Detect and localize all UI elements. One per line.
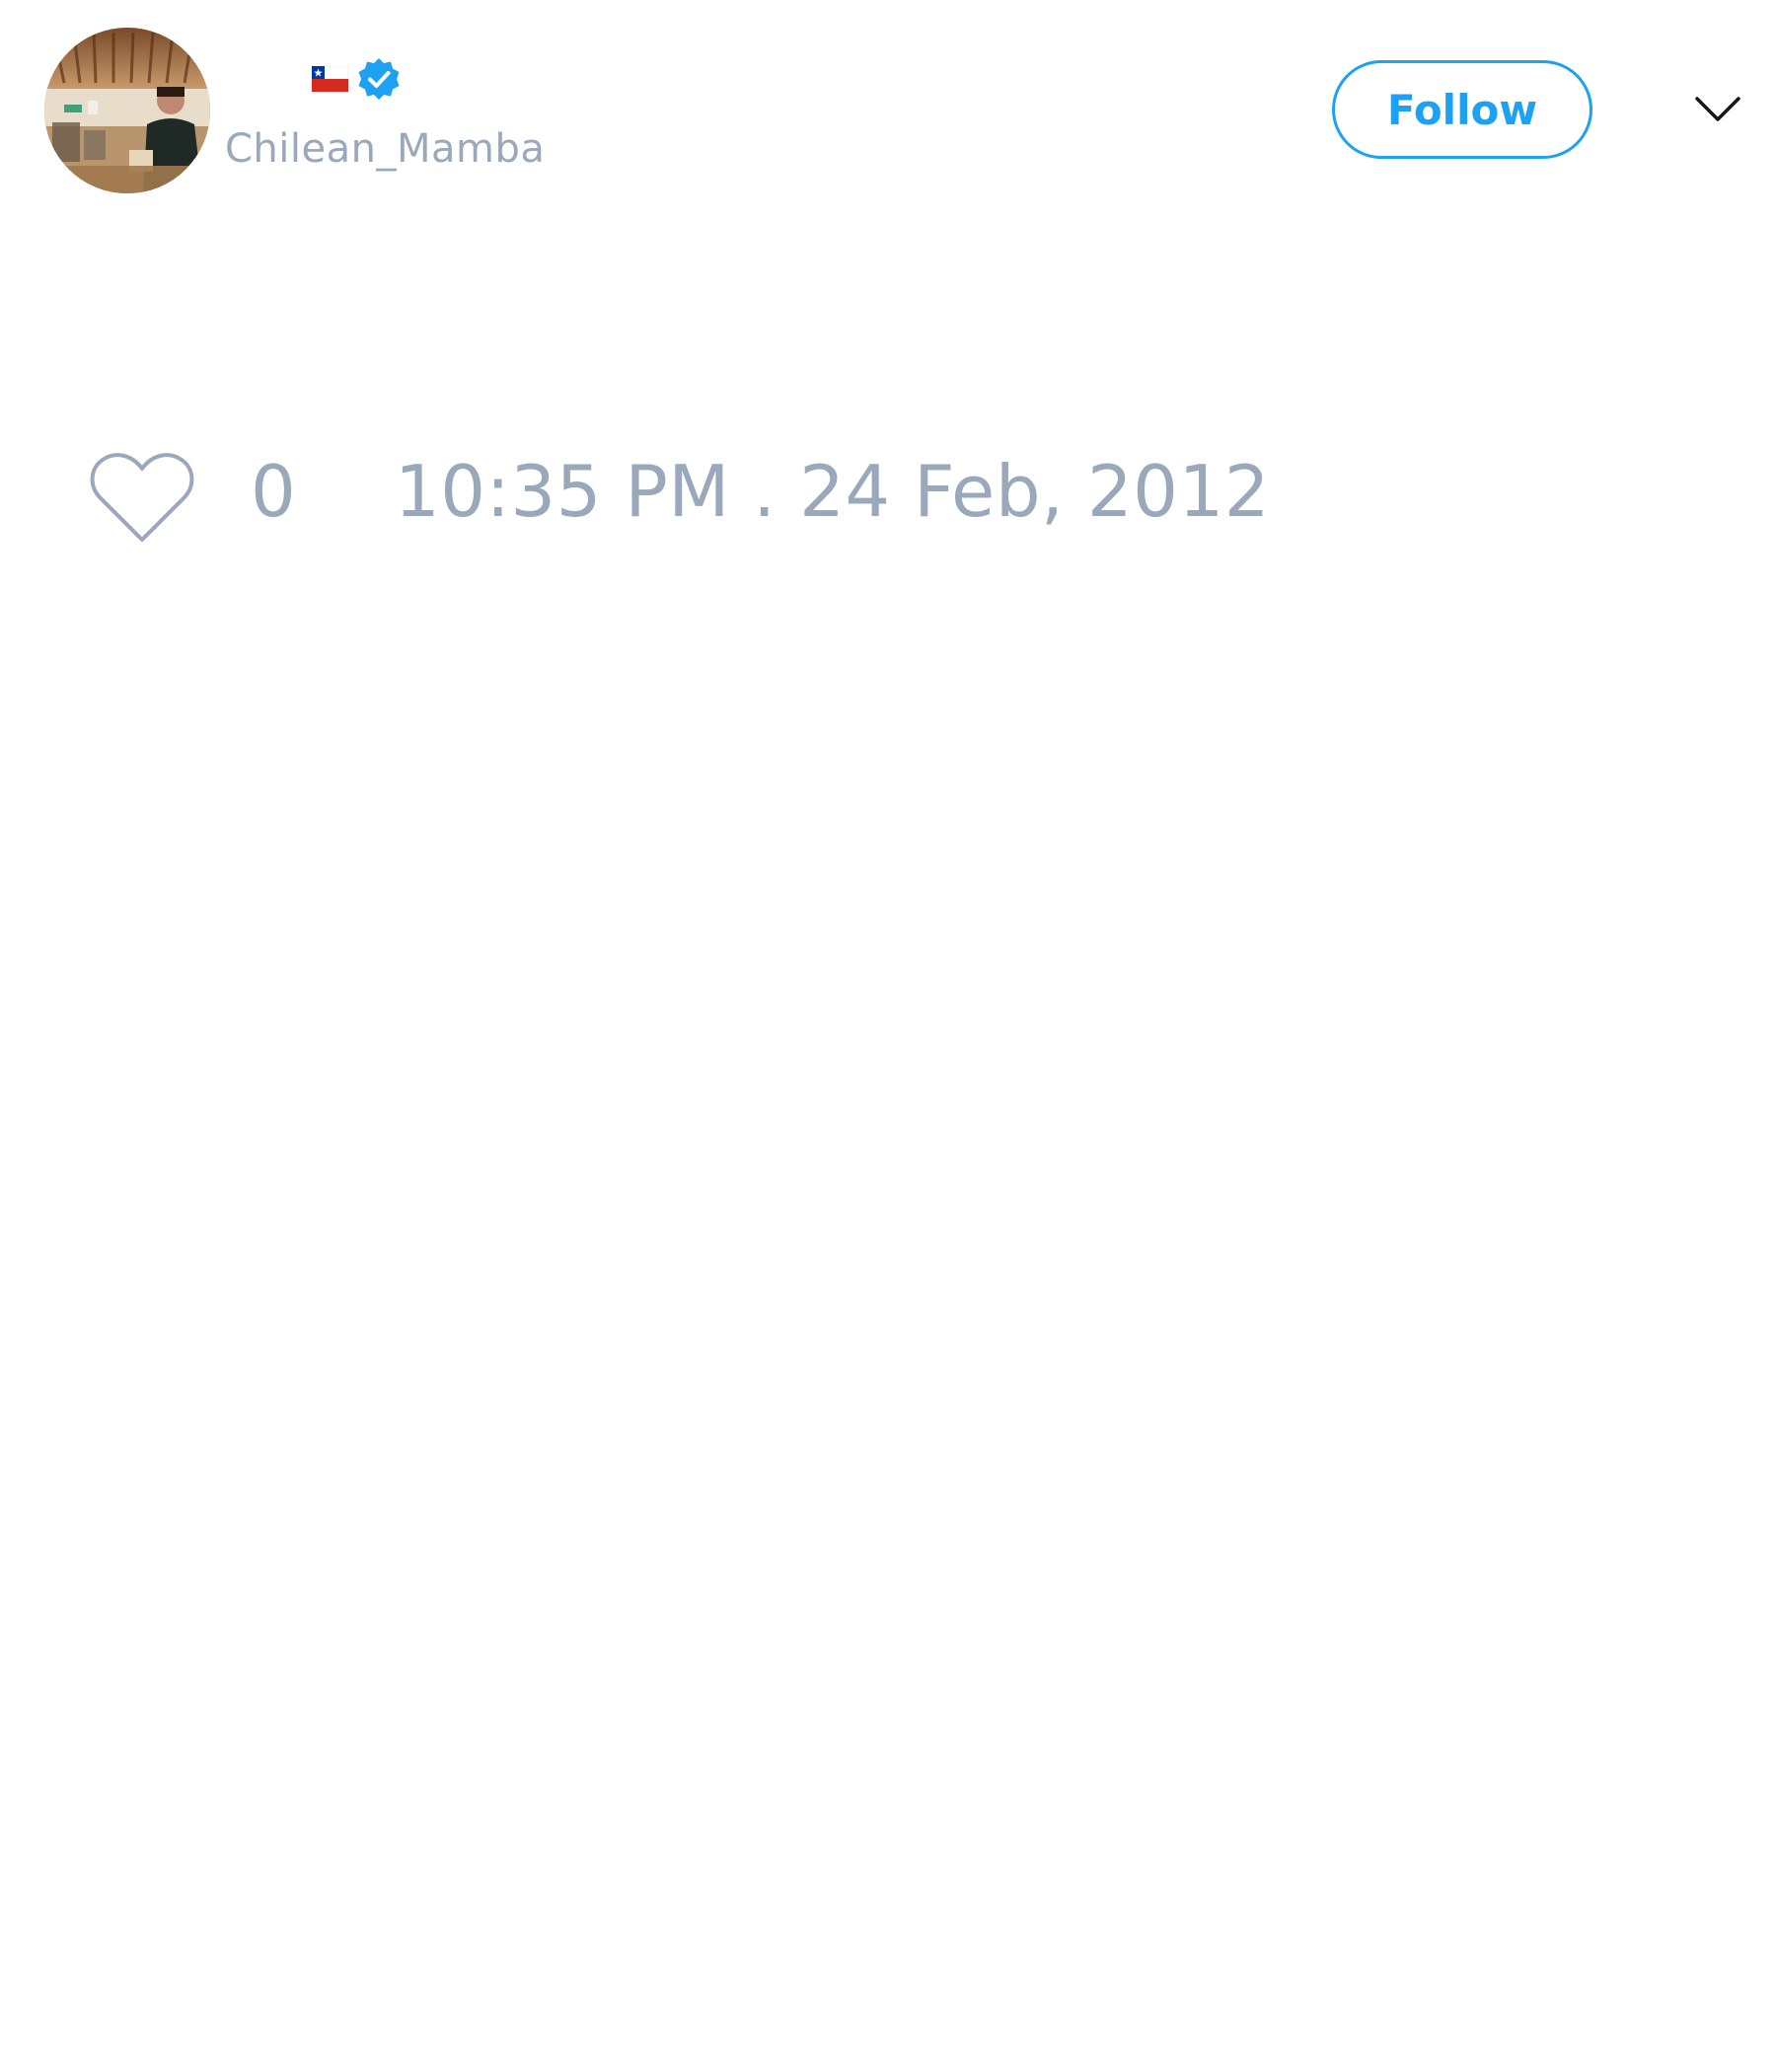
verified-badge-icon	[356, 56, 402, 102]
tweet-header: Chilean_Mamba Follow	[0, 0, 1776, 207]
author-name-row	[311, 55, 402, 103]
avatar[interactable]	[44, 28, 210, 193]
tweet-timestamp[interactable]: 10:35 PM . 24 Feb, 2012	[395, 456, 1270, 527]
chile-flag-icon	[311, 65, 349, 92]
author-handle[interactable]: Chilean_Mamba	[225, 126, 545, 172]
tweet-actions: 0 10:35 PM . 24 Feb, 2012	[87, 444, 1665, 553]
avatar-photo	[44, 28, 210, 193]
like-count: 0	[251, 450, 296, 533]
heart-icon[interactable]	[87, 449, 197, 548]
follow-button[interactable]: Follow	[1332, 60, 1592, 159]
chevron-down-icon[interactable]	[1689, 87, 1746, 134]
